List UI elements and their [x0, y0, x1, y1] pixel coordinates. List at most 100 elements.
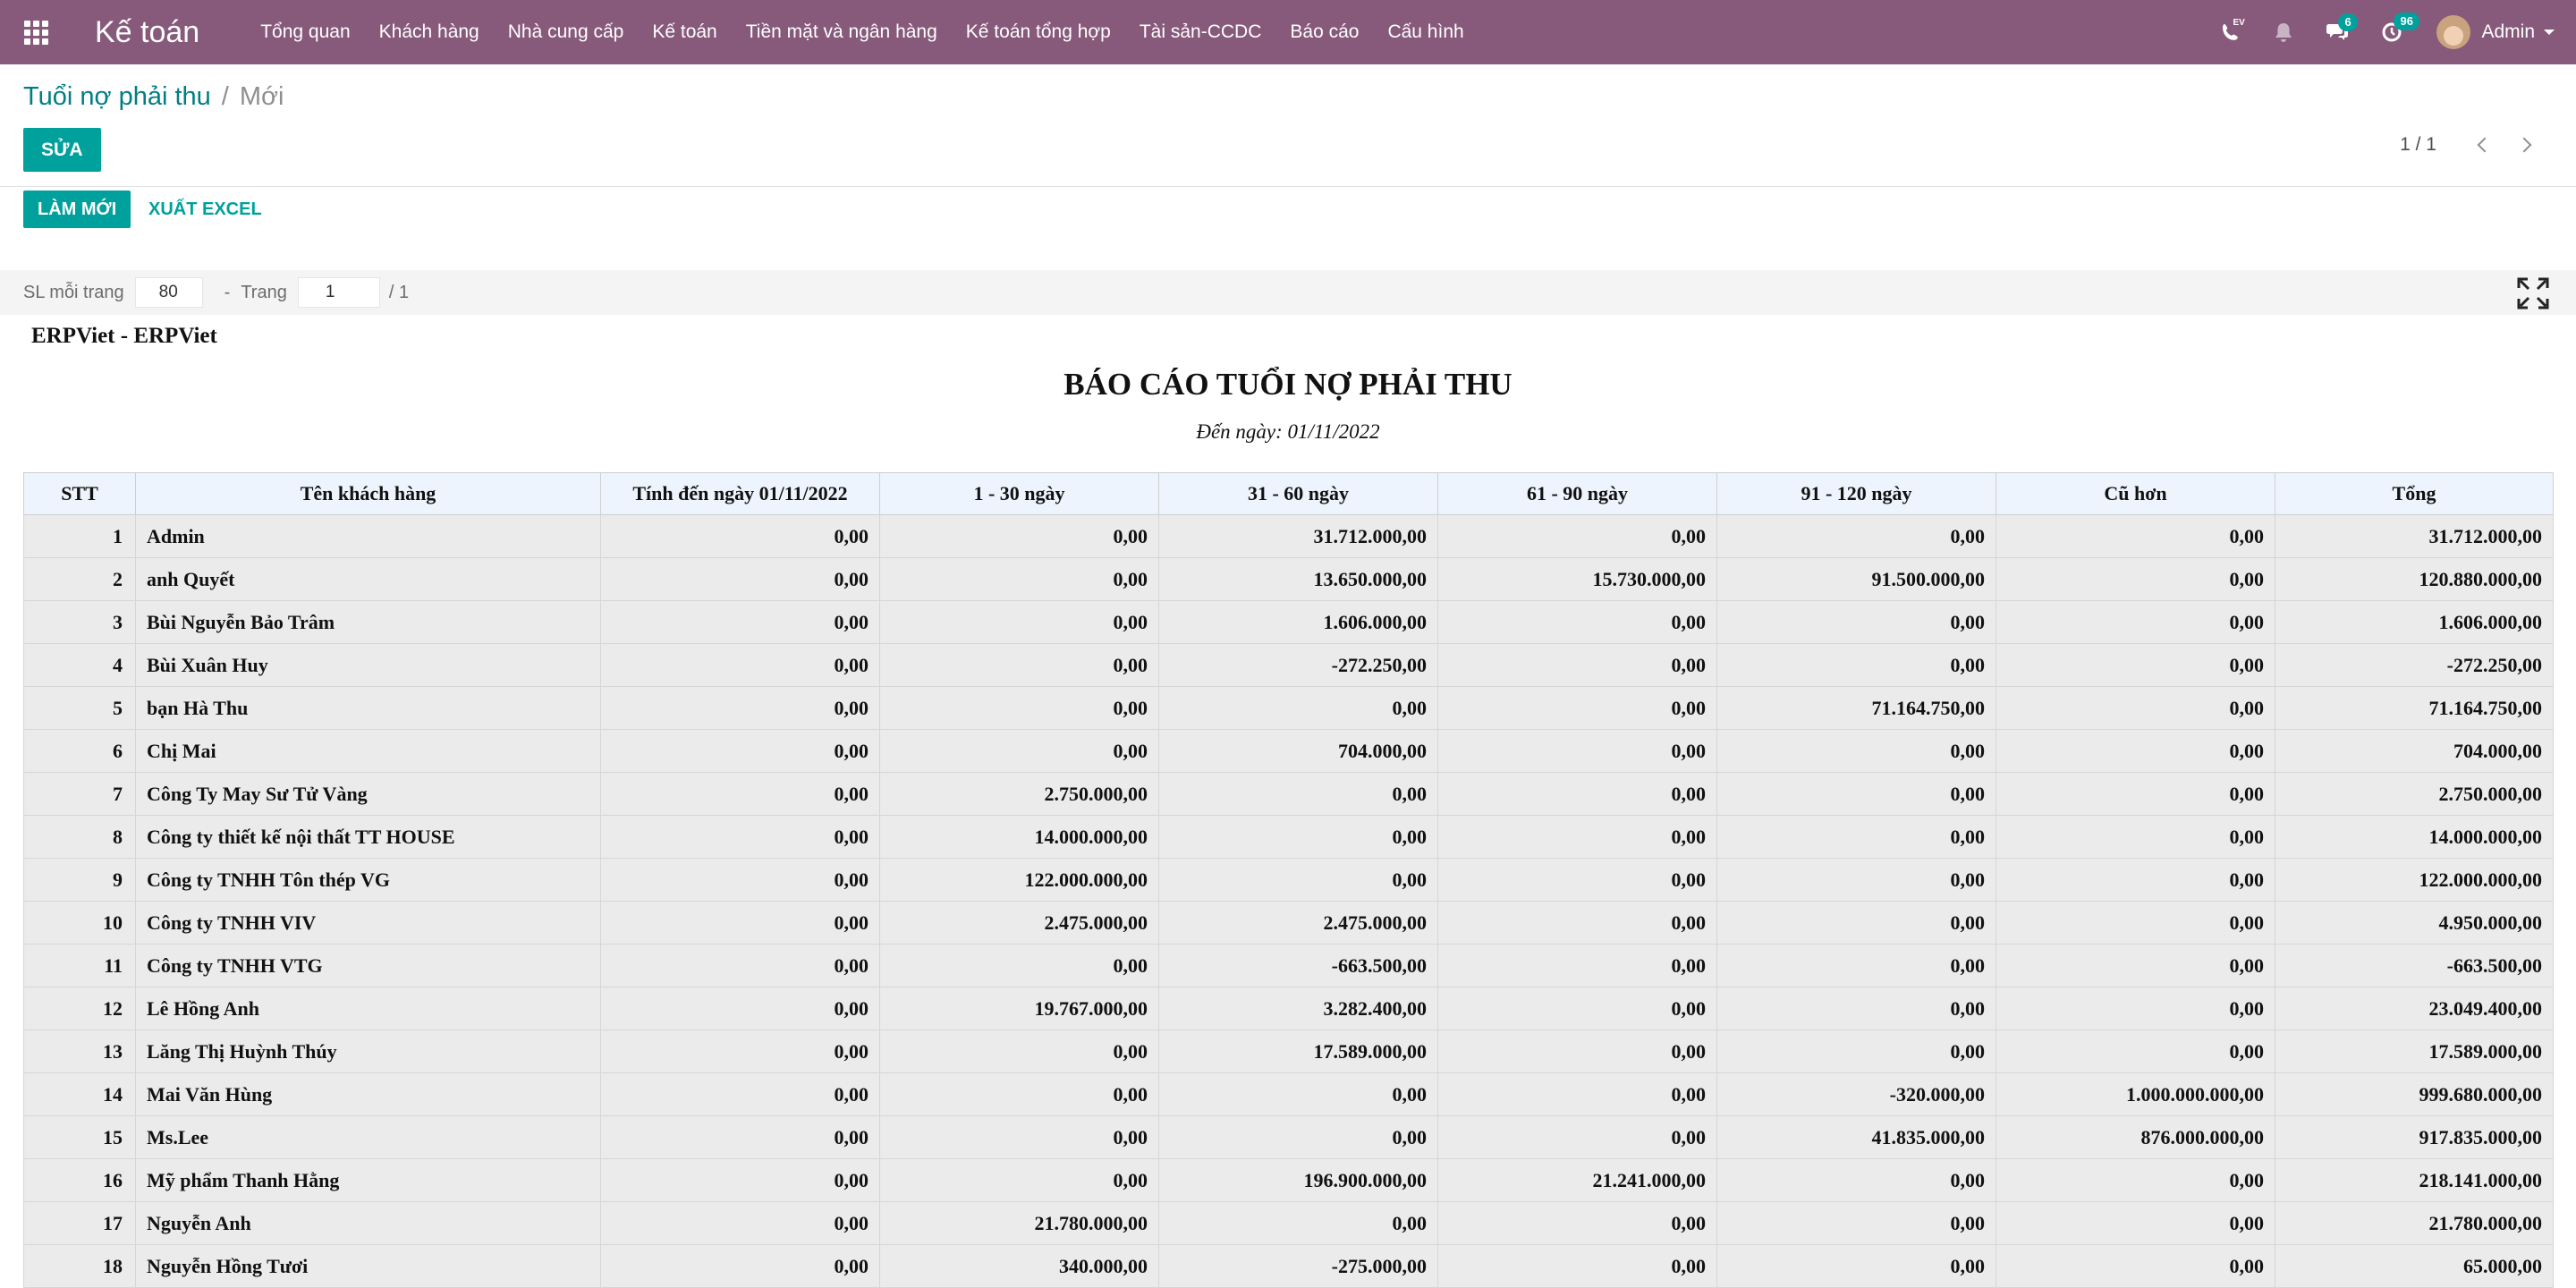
phone-icon[interactable]: EV	[2220, 18, 2245, 43]
per-page-input[interactable]: 80	[134, 277, 203, 308]
menu-item-accounting[interactable]: Kế toán	[638, 0, 731, 64]
menu-item-vendors[interactable]: Nhà cung cấp	[494, 0, 639, 64]
amount-cell: -272.250,00	[2275, 643, 2554, 687]
breadcrumb-current: Mới	[239, 82, 284, 111]
user-avatar[interactable]	[2436, 15, 2471, 49]
amount-cell: 2.750.000,00	[879, 772, 1159, 816]
table-row[interactable]: 4 Bùi Xuân Huy 0,00 0,00 -272.250,00 0,00 0,00…	[23, 643, 2554, 687]
amount-cell: 91.500.000,00	[1716, 557, 1996, 601]
menu-item-customers[interactable]: Khách hàng	[365, 0, 494, 64]
table-row[interactable]: 9 Công ty TNHH Tôn thép VG 0,00 122.000.000…	[23, 858, 2554, 902]
pager-next-icon[interactable]	[2516, 137, 2532, 153]
amount-cell: 14.000.000,00	[879, 815, 1159, 859]
table-row[interactable]: 17 Nguyễn Anh 0,00 21.780.000,00 0,00 0,00 0,0…	[23, 1201, 2554, 1245]
amount-cell: 0,00	[1996, 686, 2275, 730]
row-index-cell: 12	[23, 987, 136, 1030]
total-pages: / 1	[388, 282, 410, 302]
customer-name-cell: Lê Hồng Anh	[135, 987, 601, 1030]
table-row[interactable]: 12 Lê Hồng Anh 0,00 19.767.000,00 3.282.400,…	[23, 987, 2554, 1030]
fullscreen-expand-icon[interactable]	[2517, 277, 2549, 315]
amount-cell: -663.500,00	[2275, 944, 2554, 987]
user-name[interactable]: Admin	[2481, 21, 2535, 43]
messages-icon[interactable]: 6	[2326, 13, 2358, 42]
amount-cell: 0,00	[600, 944, 880, 987]
menu-item-overview[interactable]: Tổng quan	[246, 0, 364, 64]
customer-name-cell: Chị Mai	[135, 729, 601, 773]
customer-name-cell: Mỹ phẩm Thanh Hằng	[135, 1158, 601, 1202]
amount-cell: 0,00	[1716, 729, 1996, 773]
customer-name-cell: Nguyễn Anh	[135, 1201, 601, 1245]
amount-cell: 0,00	[1437, 858, 1717, 902]
table-row[interactable]: 1 Admin 0,00 0,00 31.712.000,00 0,00 0,00 0,00 3…	[23, 514, 2554, 558]
record-pager: 1 / 1	[2400, 134, 2544, 156]
amount-cell: 704.000,00	[2275, 729, 2554, 773]
amount-cell: 71.164.750,00	[2275, 686, 2554, 730]
user-menu-caret-icon[interactable]	[2544, 30, 2555, 35]
amount-cell: -663.500,00	[1158, 944, 1438, 987]
page-input[interactable]: 1	[297, 277, 380, 308]
table-row[interactable]: 14 Mai Văn Hùng 0,00 0,00 0,00 0,00 -320.000,0…	[23, 1072, 2554, 1116]
amount-cell: 0,00	[1716, 643, 1996, 687]
bell-icon[interactable]	[2274, 21, 2293, 43]
amount-cell: 0,00	[600, 1201, 880, 1245]
amount-cell: 0,00	[600, 901, 880, 945]
amount-cell: 0,00	[1437, 944, 1717, 987]
customer-name-cell: Ms.Lee	[135, 1115, 601, 1159]
customer-name-cell: Lăng Thị Huỳnh Thúy	[135, 1030, 601, 1073]
top-navbar: Kế toán Tổng quan Khách hàng Nhà cung cấ…	[0, 0, 2576, 64]
pager-previous-icon[interactable]	[2477, 137, 2493, 153]
menu-item-reports[interactable]: Báo cáo	[1275, 0, 1373, 64]
export-excel-button[interactable]: XUẤT EXCEL	[147, 191, 264, 228]
table-row[interactable]: 13 Lăng Thị Huỳnh Thúy 0,00 0,00 17.589.000,…	[23, 1030, 2554, 1073]
amount-cell: 0,00	[1437, 1030, 1717, 1073]
amount-cell: 2.475.000,00	[879, 901, 1159, 945]
amount-cell: 0,00	[879, 729, 1159, 773]
activities-icon[interactable]: 96	[2381, 13, 2419, 43]
refresh-button[interactable]: LÀM MỚI	[23, 191, 131, 228]
amount-cell: 17.589.000,00	[2275, 1030, 2554, 1073]
table-row[interactable]: 15 Ms.Lee 0,00 0,00 0,00 0,00 41.835.000,00 876…	[23, 1115, 2554, 1159]
amount-cell: 0,00	[1158, 858, 1438, 902]
messages-count-badge: 6	[2338, 13, 2358, 31]
amount-cell: 0,00	[1437, 772, 1717, 816]
amount-cell: 0,00	[1996, 643, 2275, 687]
customer-name-cell: Admin	[135, 514, 601, 558]
table-row[interactable]: 2 anh Quyết 0,00 0,00 13.650.000,00 15.730.00…	[23, 557, 2554, 601]
row-index-cell: 14	[23, 1072, 136, 1116]
row-index-cell: 1	[23, 514, 136, 558]
table-row[interactable]: 5 bạn Hà Thu 0,00 0,00 0,00 0,00 71.164.750,00…	[23, 686, 2554, 730]
row-index-cell: 5	[23, 686, 136, 730]
breadcrumb-parent-link[interactable]: Tuổi nợ phải thu	[23, 82, 211, 112]
menu-item-assets[interactable]: Tài sản-CCDC	[1125, 0, 1276, 64]
breadcrumb: Tuổi nợ phải thu / Mới	[23, 82, 284, 112]
amount-cell: 0,00	[1716, 1030, 1996, 1073]
apps-menu-icon[interactable]	[0, 0, 72, 64]
amount-cell: 65.000,00	[2275, 1244, 2554, 1288]
amount-cell: 0,00	[600, 1030, 880, 1073]
app-brand[interactable]: Kế toán	[95, 15, 199, 50]
table-row[interactable]: 18 Nguyễn Hồng Tươi 0,00 340.000,00 -275.000…	[23, 1244, 2554, 1288]
amount-cell: 704.000,00	[1158, 729, 1438, 773]
amount-cell: 122.000.000,00	[2275, 858, 2554, 902]
amount-cell: 0,00	[1716, 600, 1996, 644]
page-label: Trang	[241, 282, 287, 302]
menu-item-configuration[interactable]: Cấu hình	[1373, 0, 1478, 64]
menu-item-cash-bank[interactable]: Tiền mặt và ngân hàng	[732, 0, 952, 64]
table-row[interactable]: 3 Bùi Nguyễn Bảo Trâm 0,00 0,00 1.606.000,00…	[23, 600, 2554, 644]
customer-name-cell: anh Quyết	[135, 557, 601, 601]
pager-value[interactable]: 1 / 1	[2400, 134, 2436, 156]
table-row[interactable]: 7 Công Ty May Sư Tử Vàng 0,00 2.750.000,00 0…	[23, 772, 2554, 816]
amount-cell: 0,00	[1716, 858, 1996, 902]
edit-button[interactable]: SỬA	[23, 128, 101, 172]
amount-cell: 0,00	[1437, 1244, 1717, 1288]
table-row[interactable]: 11 Công ty TNHH VTG 0,00 0,00 -663.500,00 0,0…	[23, 944, 2554, 987]
menu-item-general-accounting[interactable]: Kế toán tổng hợp	[952, 0, 1125, 64]
amount-cell: 0,00	[1996, 815, 2275, 859]
table-row[interactable]: 8 Công ty thiết kế nội thất TT HOUSE 0,00 1…	[23, 815, 2554, 859]
table-row[interactable]: 6 Chị Mai 0,00 0,00 704.000,00 0,00 0,00 0,00 70…	[23, 729, 2554, 773]
amount-cell: 0,00	[1996, 514, 2275, 558]
table-row[interactable]: 16 Mỹ phẩm Thanh Hằng 0,00 0,00 196.900.000,…	[23, 1158, 2554, 1202]
row-index-cell: 2	[23, 557, 136, 601]
table-row[interactable]: 10 Công ty TNHH VIV 0,00 2.475.000,00 2.475.…	[23, 901, 2554, 945]
row-index-cell: 18	[23, 1244, 136, 1288]
